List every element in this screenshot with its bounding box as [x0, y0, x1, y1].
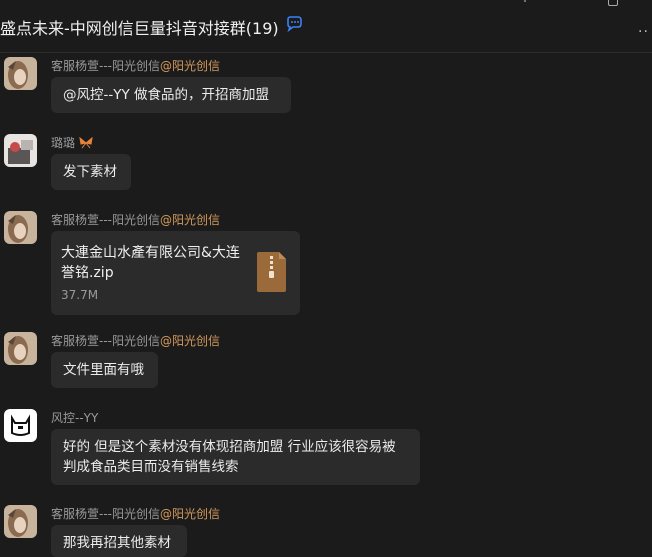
- avatar[interactable]: [4, 332, 37, 365]
- sender-name-text: 风控--YY: [51, 411, 99, 425]
- message-text: 文件里面有哦: [63, 362, 144, 378]
- message-text-line2: 判成食品类目而没有销售线索: [63, 459, 239, 475]
- file-size: 37.7M: [61, 288, 99, 302]
- sender-name: 风控--YY: [51, 409, 98, 426]
- avatar[interactable]: [4, 409, 37, 442]
- avatar[interactable]: [4, 211, 37, 244]
- window-box-icon[interactable]: [608, 0, 618, 6]
- avatar[interactable]: [4, 57, 37, 90]
- sender-name-text: 璐璐: [51, 136, 76, 150]
- chat-bubble-icon[interactable]: [285, 16, 303, 32]
- sender-name: 客服杨萱---阳光创信@阳光创信: [51, 211, 220, 228]
- sender-tag: @阳光创信: [160, 59, 221, 73]
- message-item: 客服杨萱---阳光创信@阳光创信 文件里面有哦: [0, 332, 652, 392]
- sender-name: 璐璐: [51, 134, 93, 151]
- message-text: 发下素材: [63, 164, 117, 180]
- zip-file-icon: [257, 252, 286, 292]
- message-bubble[interactable]: 好的 但是这个素材没有体现招商加盟 行业应该很容易被 判成食品类目而没有销售线索: [51, 429, 420, 485]
- message-bubble[interactable]: 那我再招其他素材: [51, 525, 187, 557]
- message-item: 客服杨萱---阳光创信@阳光创信 那我再招其他素材: [0, 505, 652, 557]
- chat-title: 盛点未来-中网创信巨量抖音对接群(19): [0, 19, 279, 38]
- message-text-line1: 好的 但是这个素材没有体现招商加盟 行业应该很容易被: [63, 439, 396, 455]
- message-text: 那我再招其他素材: [63, 535, 171, 551]
- message-item: 客服杨萱---阳光创信@阳光创信 @风控--YY 做食品的，开招商加盟: [0, 57, 652, 117]
- more-dots-icon[interactable]: ··: [638, 24, 649, 40]
- sender-name: 客服杨萱---阳光创信@阳光创信: [51, 57, 220, 74]
- file-message[interactable]: 大連金山水產有限公司&大连誉铭.zip 37.7M: [51, 231, 300, 315]
- sender-name-text: 客服杨萱---阳光创信: [51, 213, 160, 227]
- avatar[interactable]: [4, 134, 37, 167]
- message-item: 璐璐 发下素材: [0, 134, 652, 194]
- sender-name-text: 客服杨萱---阳光创信: [51, 59, 160, 73]
- sender-name: 客服杨萱---阳光创信@阳光创信: [51, 332, 220, 349]
- file-name: 大連金山水產有限公司&大连誉铭.zip: [61, 245, 240, 281]
- sender-name-text: 客服杨萱---阳光创信: [51, 507, 160, 521]
- chat-header: 盛点未来-中网创信巨量抖音对接群(19) ··: [0, 0, 652, 53]
- avatar[interactable]: [4, 505, 37, 538]
- sender-name-text: 客服杨萱---阳光创信: [51, 334, 160, 348]
- sender-tag: @阳光创信: [160, 507, 221, 521]
- message-bubble[interactable]: 发下素材: [51, 154, 131, 190]
- sender-tag: @阳光创信: [160, 213, 221, 227]
- message-text: @风控--YY 做食品的，开招商加盟: [63, 87, 270, 103]
- sender-name: 客服杨萱---阳光创信@阳光创信: [51, 505, 220, 522]
- butterfly-icon: [79, 136, 93, 149]
- message-item: 客服杨萱---阳光创信@阳光创信 大連金山水產有限公司&大连誉铭.zip 37.…: [0, 211, 652, 317]
- pin-icon[interactable]: [520, 0, 530, 4]
- message-item: 风控--YY 好的 但是这个素材没有体现招商加盟 行业应该很容易被 判成食品类目…: [0, 409, 652, 489]
- message-bubble[interactable]: @风控--YY 做食品的，开招商加盟: [51, 77, 291, 113]
- sender-tag: @阳光创信: [160, 334, 221, 348]
- message-bubble[interactable]: 文件里面有哦: [51, 352, 158, 388]
